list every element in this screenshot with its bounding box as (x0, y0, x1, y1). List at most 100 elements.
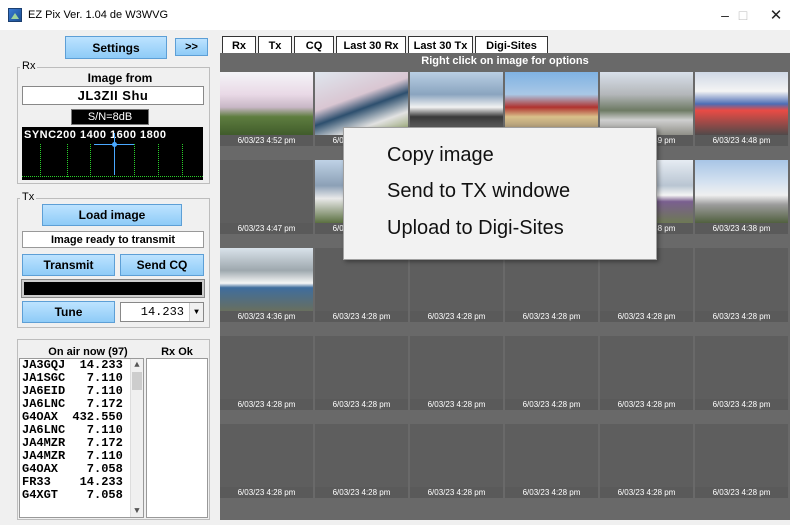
waterfall-gridline (158, 144, 159, 177)
empty-thumbnail[interactable] (695, 248, 788, 312)
station-row[interactable]: JA6LNC 7.172 (20, 398, 131, 411)
scroll-up-icon[interactable]: ▲ (131, 359, 143, 371)
empty-thumbnail[interactable] (315, 336, 408, 400)
station-row[interactable]: JA1SGC 7.110 (20, 372, 131, 385)
waterfall-gridline (40, 144, 41, 177)
station-row[interactable]: JA4MZR 7.172 (20, 437, 131, 450)
gallery-cell[interactable]: 6/03/23 4:28 pm (505, 336, 598, 410)
image-timestamp: 6/03/23 4:28 pm (600, 399, 693, 410)
tx-group-label: Tx (20, 191, 37, 203)
rx-ok-list[interactable] (146, 358, 208, 518)
menu-item-send-to-tx[interactable]: Send to TX windowe (387, 180, 570, 203)
gallery-cell[interactable]: 6/03/23 4:28 pm (695, 248, 788, 322)
tune-button[interactable]: Tune (22, 301, 115, 323)
frequency-value: 14.233 (140, 305, 184, 319)
empty-thumbnail[interactable] (600, 424, 693, 488)
empty-thumbnail[interactable] (505, 336, 598, 400)
gallery-cell[interactable]: 6/03/23 4:48 pm (695, 72, 788, 146)
station-row[interactable]: JA6LNC 7.110 (20, 424, 131, 437)
gallery-cell[interactable]: 6/03/23 4:28 pm (695, 424, 788, 498)
image-timestamp: 6/03/23 4:48 pm (695, 135, 788, 146)
gallery-cell[interactable]: 6/03/23 4:28 pm (315, 424, 408, 498)
tab-cq[interactable]: CQ (294, 36, 334, 54)
waterfall-gridline (134, 144, 135, 177)
empty-thumbnail[interactable] (220, 336, 313, 400)
tx-status: Image ready to transmit (22, 231, 204, 248)
tab-tx[interactable]: Tx (258, 36, 292, 54)
expand-button[interactable]: >> (175, 38, 208, 56)
gallery-cell[interactable]: 6/03/23 4:38 pm (695, 160, 788, 234)
gallery-cell[interactable]: 6/03/23 4:28 pm (600, 336, 693, 410)
station-row[interactable]: G4OAX 432.550 (20, 411, 131, 424)
load-image-button[interactable]: Load image (42, 204, 182, 226)
image-thumbnail[interactable] (695, 160, 788, 224)
image-from-label: Image from (87, 71, 153, 85)
tab-rx[interactable]: Rx (222, 36, 256, 54)
empty-thumbnail[interactable] (505, 424, 598, 488)
gallery-cell[interactable]: 6/03/23 4:28 pm (410, 424, 503, 498)
image-timestamp: 6/03/23 4:28 pm (695, 399, 788, 410)
tx-progress-bar (21, 279, 205, 298)
close-button[interactable]: ✕ (753, 0, 790, 30)
frequency-select[interactable]: 14.233 ▼ (120, 302, 204, 322)
on-air-scrollbar[interactable]: ▲ ▼ (130, 359, 143, 517)
gallery-cell[interactable]: 6/03/23 4:28 pm (220, 336, 313, 410)
menu-item-upload-digi-sites[interactable]: Upload to Digi-Sites (387, 217, 564, 240)
empty-thumbnail[interactable] (315, 424, 408, 488)
gallery-cell[interactable]: 6/03/23 4:28 pm (695, 336, 788, 410)
image-timestamp: 6/03/23 4:28 pm (410, 399, 503, 410)
settings-button[interactable]: Settings (65, 36, 167, 59)
empty-thumbnail[interactable] (695, 336, 788, 400)
tab-last-30-rx[interactable]: Last 30 Rx (336, 36, 406, 54)
image-timestamp: 6/03/23 4:28 pm (220, 487, 313, 498)
gallery-cell[interactable]: 6/03/23 4:47 pm (220, 160, 313, 234)
empty-thumbnail[interactable] (220, 160, 313, 224)
context-menu: Copy image Send to TX windowe Upload to … (343, 127, 657, 260)
image-thumbnail[interactable] (695, 72, 788, 136)
image-thumbnail[interactable] (220, 72, 313, 136)
tab-digi-sites[interactable]: Digi-Sites (475, 36, 548, 54)
image-timestamp: 6/03/23 4:28 pm (410, 311, 503, 322)
gallery-hint: Right click on image for options (421, 55, 589, 67)
station-row[interactable]: G4XGT 7.058 (20, 489, 131, 502)
waterfall-gridline (182, 144, 183, 177)
empty-thumbnail[interactable] (695, 424, 788, 488)
image-gallery: Right click on image for options 6/03/23… (220, 53, 790, 520)
image-timestamp: 6/03/23 4:28 pm (315, 399, 408, 410)
station-row[interactable]: FR33 14.233 (20, 476, 131, 489)
station-row[interactable]: JA6EID 7.110 (20, 385, 131, 398)
empty-thumbnail[interactable] (410, 336, 503, 400)
empty-thumbnail[interactable] (220, 424, 313, 488)
gallery-cell[interactable]: 6/03/23 4:28 pm (220, 424, 313, 498)
gallery-cell[interactable]: 6/03/23 4:36 pm (220, 248, 313, 322)
gallery-cell[interactable]: 6/03/23 4:52 pm (220, 72, 313, 146)
title-bar: EZ Pix Ver. 1.04 de W3WVG – □ ✕ (0, 0, 790, 30)
image-timestamp: 6/03/23 4:28 pm (600, 487, 693, 498)
image-timestamp: 6/03/23 4:28 pm (315, 487, 408, 498)
station-row[interactable]: G4OAX 7.058 (20, 463, 131, 476)
gallery-cell[interactable]: 6/03/23 4:28 pm (315, 336, 408, 410)
gallery-cell[interactable]: 6/03/23 4:28 pm (600, 424, 693, 498)
transmit-button[interactable]: Transmit (22, 254, 115, 276)
window-title: EZ Pix Ver. 1.04 de W3WVG (28, 9, 168, 21)
gallery-cell[interactable]: 6/03/23 4:28 pm (505, 424, 598, 498)
waterfall-display[interactable]: SYNC200 1400 1600 1800 (22, 127, 203, 180)
empty-thumbnail[interactable] (600, 336, 693, 400)
image-thumbnail[interactable] (220, 248, 313, 312)
on-air-header: On air now (97) (48, 346, 128, 358)
gallery-cell[interactable]: 6/03/23 4:28 pm (410, 336, 503, 410)
station-row[interactable]: JA4MZR 7.110 (20, 450, 131, 463)
tab-last-30-tx[interactable]: Last 30 Tx (408, 36, 473, 54)
scroll-thumb[interactable] (132, 372, 142, 390)
on-air-list[interactable]: JA3GQJ 14.233 JA1SGC 7.110 JA6EID 7.110 JA6… (19, 358, 144, 518)
send-cq-button[interactable]: Send CQ (120, 254, 204, 276)
station-row[interactable]: JA3GQJ 14.233 (20, 359, 131, 372)
empty-thumbnail[interactable] (410, 424, 503, 488)
waterfall-scale: SYNC200 1400 1600 1800 (24, 129, 167, 141)
tab-bar: Rx Tx CQ Last 30 Rx Last 30 Tx Digi-Site… (222, 36, 550, 54)
image-timestamp: 6/03/23 4:47 pm (220, 223, 313, 234)
menu-item-copy-image[interactable]: Copy image (387, 144, 494, 167)
scroll-down-icon[interactable]: ▼ (131, 505, 143, 517)
chevron-down-icon[interactable]: ▼ (189, 303, 203, 321)
image-timestamp: 6/03/23 4:38 pm (695, 223, 788, 234)
